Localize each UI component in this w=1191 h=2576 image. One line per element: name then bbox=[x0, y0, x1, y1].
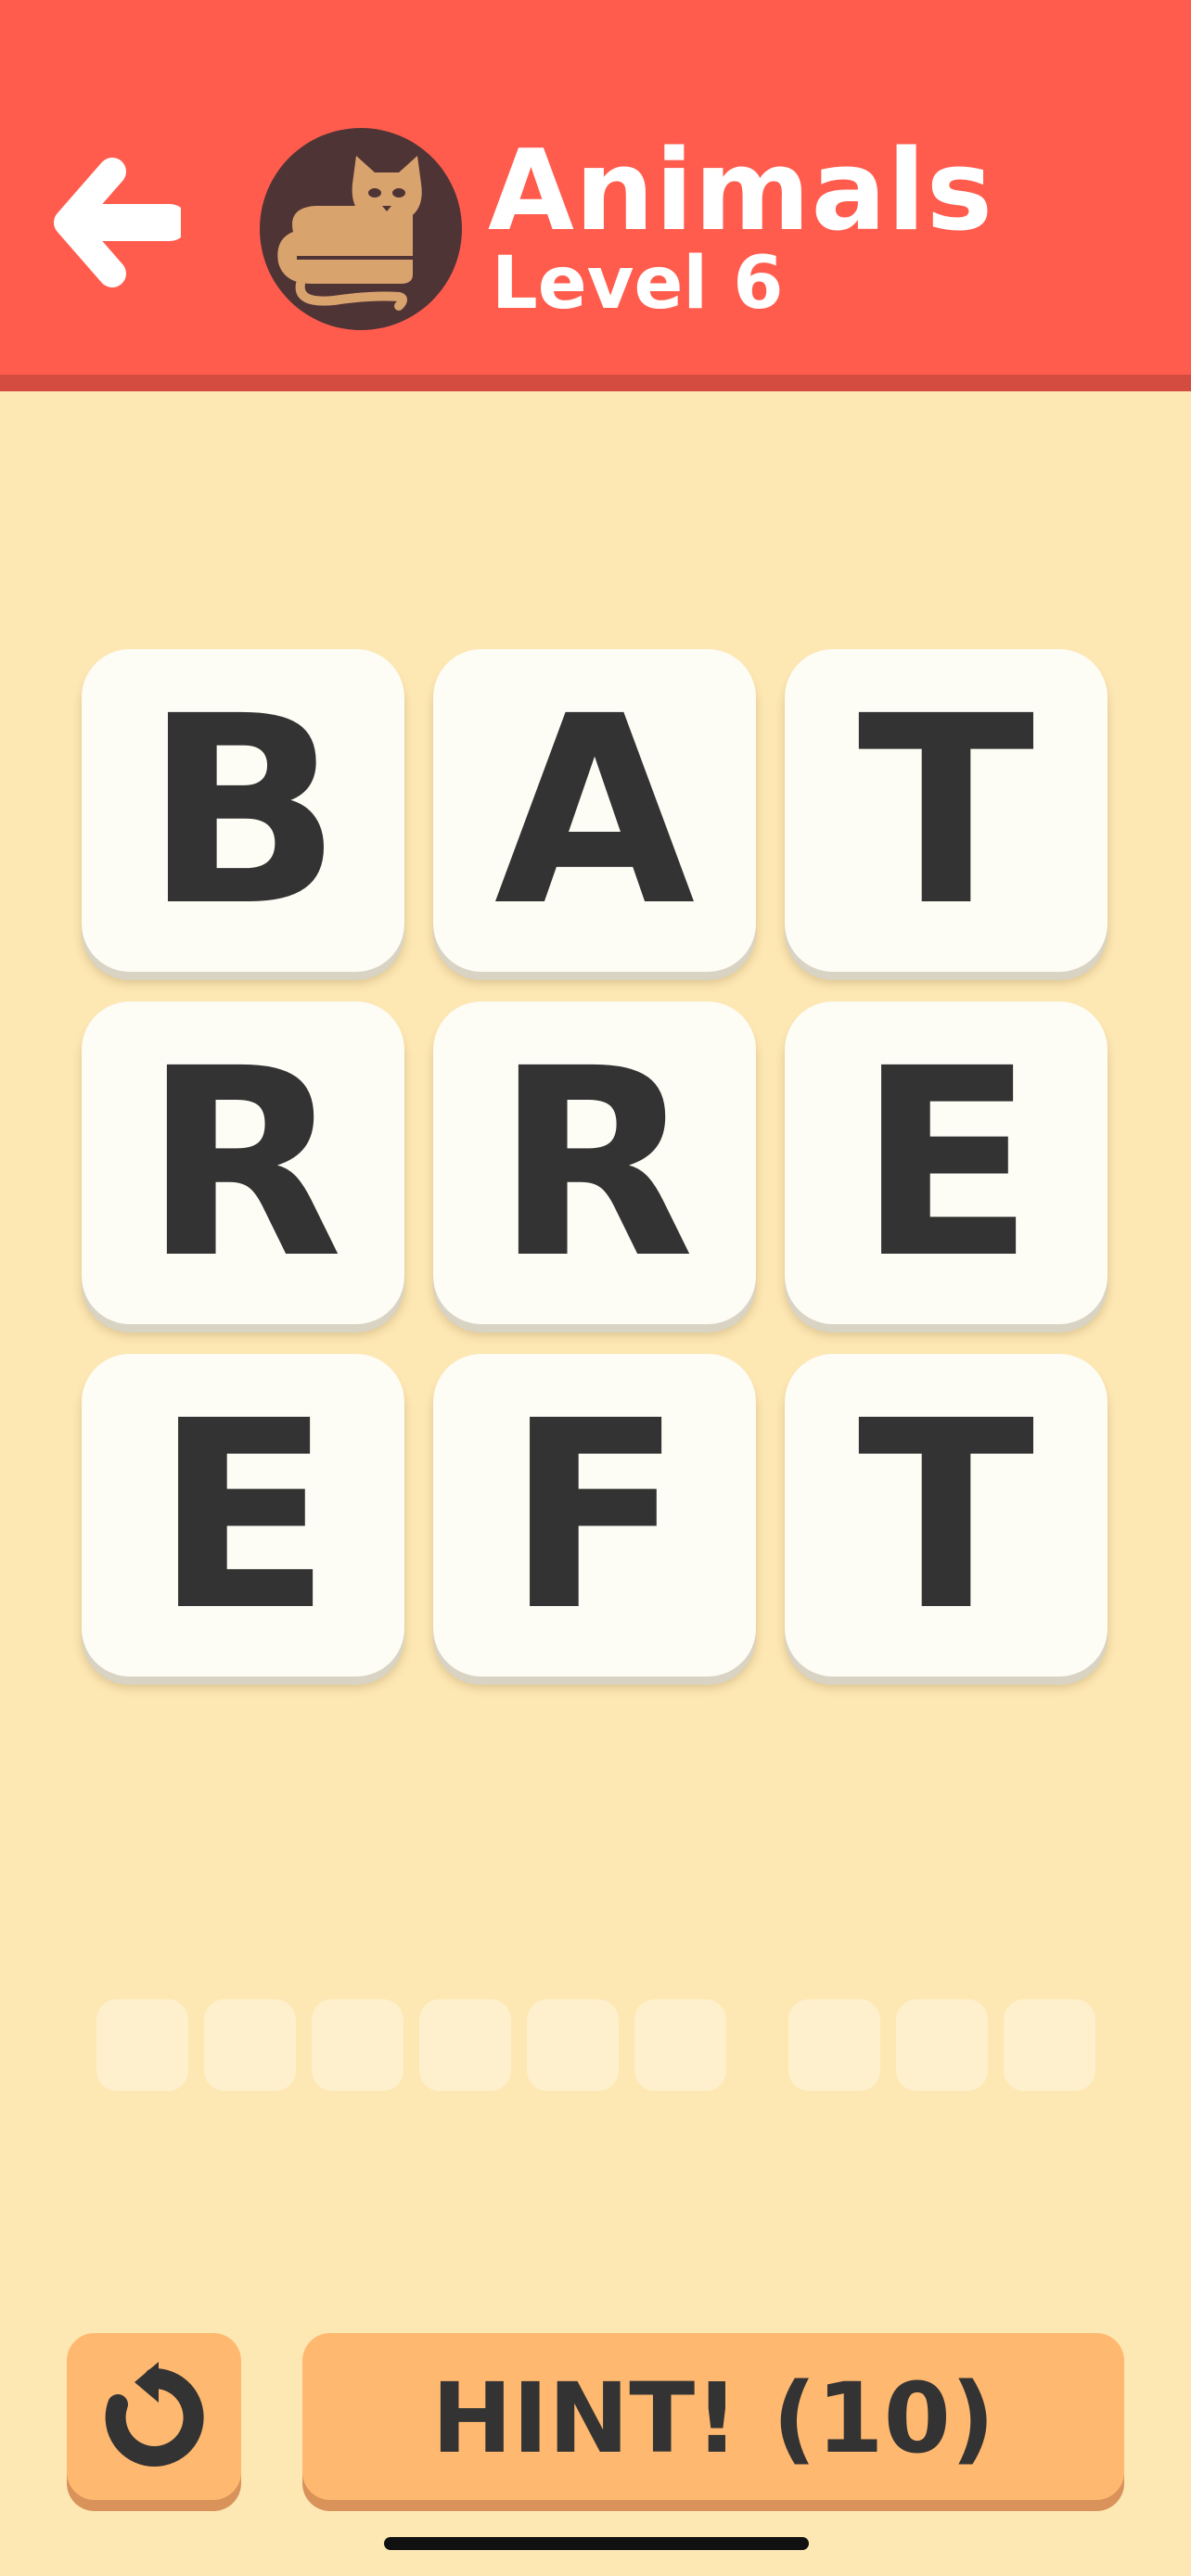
cat-icon bbox=[277, 156, 422, 311]
letter-tile[interactable]: T bbox=[785, 1354, 1108, 1677]
answer-slot bbox=[419, 1999, 511, 2091]
answer-slot bbox=[312, 1999, 403, 2091]
home-indicator[interactable] bbox=[384, 2537, 809, 2550]
letter-tile[interactable]: F bbox=[433, 1354, 756, 1677]
letter-tile[interactable]: R bbox=[82, 1001, 404, 1324]
header-divider bbox=[0, 375, 1191, 391]
category-title: Animals bbox=[488, 127, 994, 256]
level-label: Level 6 bbox=[492, 242, 784, 325]
answer-slot bbox=[96, 1999, 188, 2091]
tile-letter: B bbox=[144, 661, 342, 963]
tile-letter: T bbox=[857, 1366, 1035, 1668]
header-bar: Animals Level 6 bbox=[0, 0, 1191, 375]
tile-letter: F bbox=[506, 1366, 684, 1668]
tile-letter: A bbox=[493, 661, 696, 963]
restart-button[interactable] bbox=[67, 2333, 241, 2500]
letter-tile[interactable]: R bbox=[433, 1001, 756, 1324]
tile-letter: T bbox=[857, 661, 1035, 963]
letter-tile[interactable]: A bbox=[433, 649, 756, 972]
letter-grid: B A T R R E E F T bbox=[82, 649, 1108, 1677]
back-button[interactable] bbox=[46, 148, 186, 297]
tile-letter: R bbox=[143, 1014, 343, 1316]
answer-slot bbox=[527, 1999, 619, 2091]
letter-tile[interactable]: E bbox=[785, 1001, 1108, 1324]
letter-tile[interactable]: T bbox=[785, 649, 1108, 972]
hint-label: HINT! (10) bbox=[431, 2362, 995, 2475]
tile-letter: R bbox=[494, 1014, 695, 1316]
letter-tile[interactable]: B bbox=[82, 649, 404, 972]
answer-slot bbox=[634, 1999, 726, 2091]
letter-tile[interactable]: E bbox=[82, 1354, 404, 1677]
answer-slot bbox=[1004, 1999, 1095, 2091]
arrow-left-icon bbox=[54, 158, 181, 287]
answer-slot bbox=[204, 1999, 296, 2091]
tile-letter: E bbox=[857, 1014, 1035, 1316]
tile-letter: E bbox=[154, 1366, 332, 1668]
answer-slot bbox=[896, 1999, 988, 2091]
answer-slot bbox=[788, 1999, 880, 2091]
category-avatar bbox=[260, 128, 462, 330]
restart-icon bbox=[105, 2362, 204, 2467]
hint-button[interactable]: HINT! (10) bbox=[302, 2333, 1124, 2500]
